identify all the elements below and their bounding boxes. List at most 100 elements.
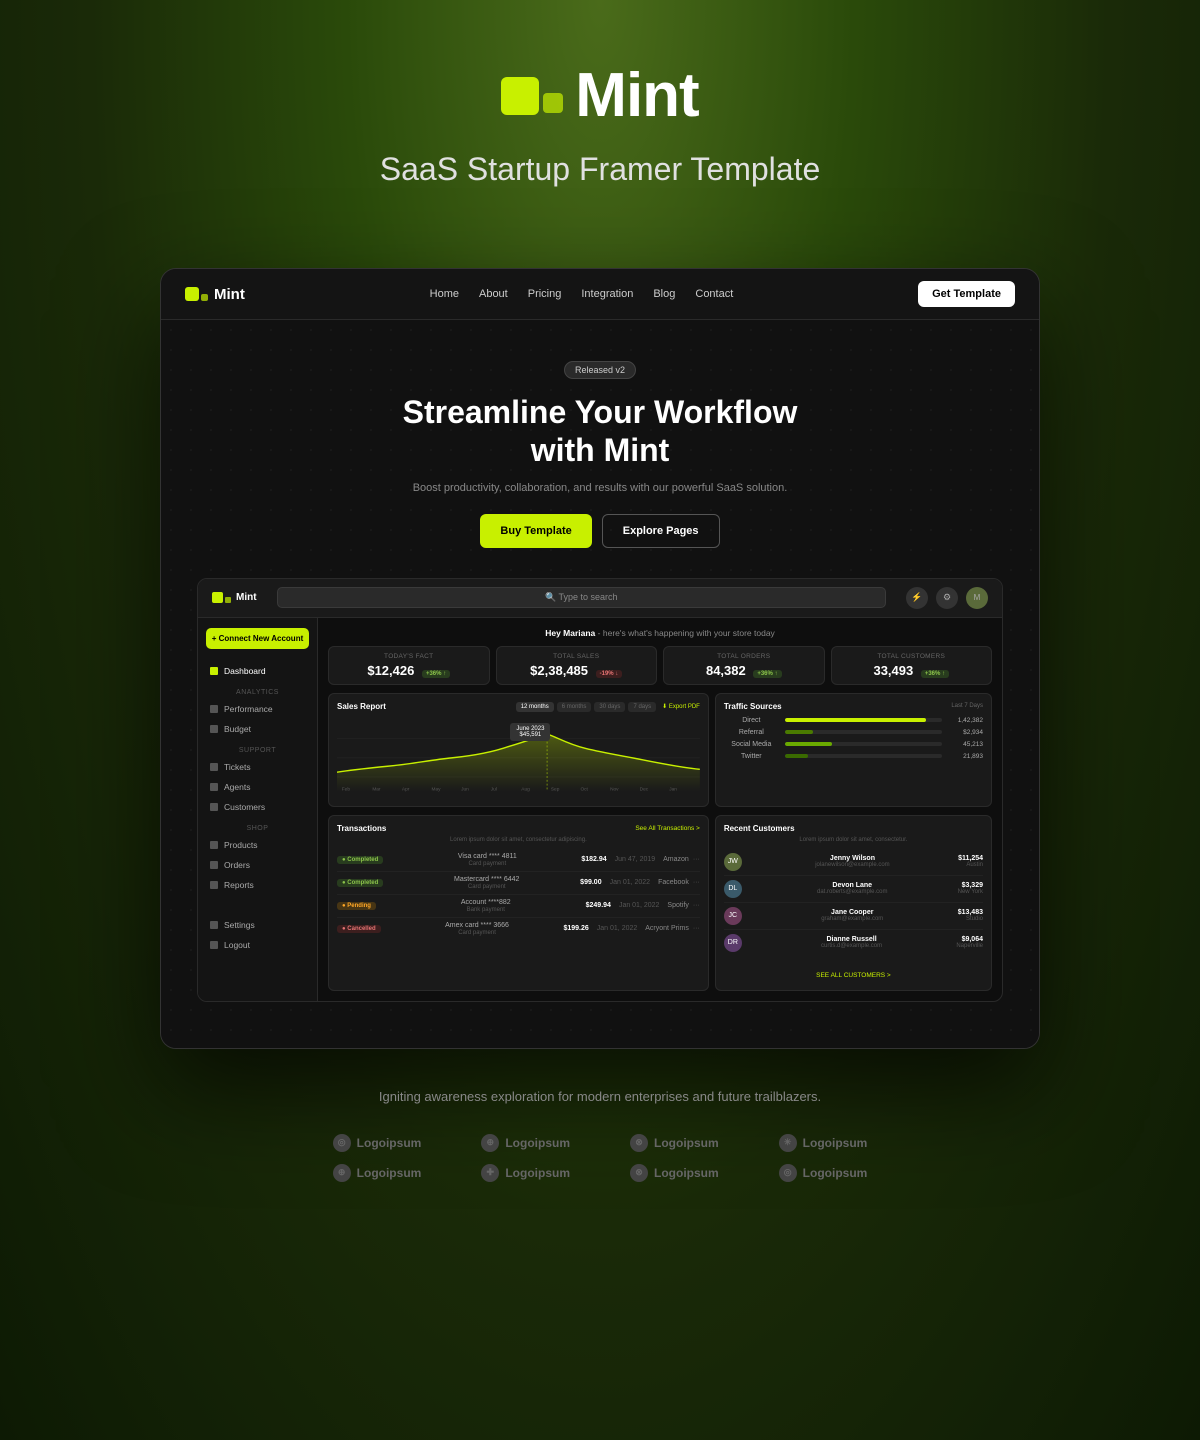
nav-link-home[interactable]: Home — [430, 288, 459, 300]
transactions-title: Transactions — [337, 824, 386, 833]
svg-text:Aug: Aug — [521, 786, 530, 792]
dash-main: Hey Mariana - here's what's happening wi… — [318, 618, 1002, 1001]
hero-buttons: Buy Template Explore Pages — [181, 514, 1019, 548]
dash-logo-sq-small — [225, 597, 231, 603]
buy-template-button[interactable]: Buy Template — [480, 514, 591, 548]
brand-name: Mint — [575, 60, 698, 131]
chart-tabs: 12 months 6 months 30 days 7 days — [516, 702, 656, 712]
logo-sq-big — [501, 77, 539, 115]
sidebar-item-reports[interactable]: Reports — [198, 875, 317, 895]
txn-row-1: ● Completed Mastercard **** 6442Card pay… — [337, 872, 700, 895]
sidebar-item-customers[interactable]: Customers — [198, 797, 317, 817]
sales-chart-title: Sales Report — [337, 702, 386, 711]
stat-label-1: TOTAL SALES — [505, 653, 649, 660]
dash-greeting: Hey Mariana - here's what's happening wi… — [328, 628, 992, 638]
tab-30days[interactable]: 30 days — [594, 702, 625, 712]
txn-date-2: Jan 01, 2022 — [619, 902, 659, 909]
customer-row-3: DR Dianne Russell curtis.d@example.com $… — [724, 930, 983, 956]
txn-more-3[interactable]: ··· — [693, 925, 700, 932]
transactions-header: Transactions See All Transactions > — [337, 824, 700, 833]
customer-email-3: curtis.d@example.com — [747, 943, 956, 949]
traffic-sources-card: Traffic Sources Last 7 Days Direct 1 — [715, 693, 992, 807]
txn-more-0[interactable]: ··· — [693, 856, 700, 863]
traffic-bar-bg-direct — [785, 718, 942, 722]
customer-name-2: Jane Cooper — [747, 909, 958, 916]
settings-icon[interactable]: ⚙ — [936, 587, 958, 609]
budget-icon — [210, 725, 218, 733]
sidebar-item-products[interactable]: Products — [198, 835, 317, 855]
sidebar-item-agents[interactable]: Agents — [198, 777, 317, 797]
logos-row-2: ⊕ Logoipsum ✚ Logoipsum ⊗ Logoipsum ◎ Lo… — [333, 1164, 868, 1182]
traffic-label-direct: Direct — [724, 717, 779, 724]
nav-link-integration[interactable]: Integration — [581, 288, 633, 300]
transactions-desc: Lorem ipsum dolor sit amet, consectetur … — [337, 837, 700, 843]
get-template-button[interactable]: Get Template — [918, 281, 1015, 307]
customer-info-0: Jenny Wilson jolanewilson@example.com — [747, 855, 958, 868]
logos-grid: ◎ Logoipsum ⊕ Logoipsum ⊗ Logoipsum ✳ Lo… — [333, 1134, 868, 1182]
sidebar-item-dashboard[interactable]: Dashboard — [198, 661, 317, 681]
transactions-card: Transactions See All Transactions > Lore… — [328, 815, 709, 991]
logo-icon-7: ⊗ — [630, 1164, 648, 1182]
stat-badge-0: +36% ↑ — [422, 670, 450, 678]
charts-row: Sales Report 12 months 6 months 30 days … — [328, 693, 992, 807]
support-section-label: SUPPORT — [198, 739, 317, 757]
traffic-label-referral: Referral — [724, 729, 779, 736]
brand-logo: Mint — [501, 60, 698, 131]
traffic-bar-fill-referral — [785, 730, 813, 734]
explore-pages-button[interactable]: Explore Pages — [602, 514, 720, 548]
logo-icon — [501, 77, 563, 115]
nav-link-pricing[interactable]: Pricing — [528, 288, 562, 300]
nav-link-about[interactable]: About — [479, 288, 508, 300]
logo-icon-8: ◎ — [779, 1164, 797, 1182]
customer-row-1: DL Devon Lane dat.roberts@example.com $3… — [724, 876, 983, 903]
logo-item-7: ⊗ Logoipsum — [630, 1164, 719, 1182]
sales-chart-header: Sales Report 12 months 6 months 30 days … — [337, 702, 700, 712]
customer-location-1: New York — [958, 889, 983, 895]
sidebar-item-settings[interactable]: Settings — [198, 915, 317, 935]
sales-chart-container: June 2023 $45,591 — [337, 718, 700, 798]
logo-item-6: ✚ Logoipsum — [481, 1164, 570, 1182]
traffic-bar-bg-referral — [785, 730, 942, 734]
user-avatar[interactable]: M — [966, 587, 988, 609]
sidebar-item-budget[interactable]: Budget — [198, 719, 317, 739]
agents-icon — [210, 783, 218, 791]
txn-merchant-1: Facebook — [658, 879, 689, 886]
footer-tagline: Igniting awareness exploration for moder… — [379, 1089, 821, 1104]
connect-account-button[interactable]: + Connect New Account — [206, 628, 309, 649]
sidebar-item-tickets[interactable]: Tickets — [198, 757, 317, 777]
customer-meta-3: $9,064 Naperville — [956, 936, 983, 949]
nav-logo-icon — [185, 287, 208, 301]
sidebar-item-logout[interactable]: Logout — [198, 935, 317, 955]
logo-sq-small — [543, 93, 563, 113]
hero-subtitle: Boost productivity, collaboration, and r… — [181, 482, 1019, 494]
customer-meta-2: $13,483 Studio — [958, 909, 983, 922]
notification-icon[interactable]: ⚡ — [906, 587, 928, 609]
txn-more-2[interactable]: ··· — [693, 902, 700, 909]
logo-icon-6: ✚ — [481, 1164, 499, 1182]
tab-7days[interactable]: 7 days — [628, 702, 656, 712]
dash-search[interactable]: 🔍 Type to search — [277, 587, 886, 608]
export-pdf-button[interactable]: ⬇ Export PDF — [662, 703, 700, 710]
stat-value-1: $2,38,485 -19% ↓ — [505, 663, 649, 678]
tab-6months[interactable]: 6 months — [557, 702, 592, 712]
traffic-value-referral: $2,934 — [948, 729, 983, 736]
nav-link-contact[interactable]: Contact — [695, 288, 733, 300]
tab-12months[interactable]: 12 months — [516, 702, 554, 712]
see-all-transactions-link[interactable]: See All Transactions > — [635, 825, 700, 832]
txn-more-1[interactable]: ··· — [693, 879, 700, 886]
sidebar-item-orders[interactable]: Orders — [198, 855, 317, 875]
customer-info-3: Dianne Russell curtis.d@example.com — [747, 936, 956, 949]
svg-text:Jun: Jun — [461, 786, 469, 792]
stat-badge-2: +36% ↑ — [753, 670, 781, 678]
traffic-chart-header: Traffic Sources Last 7 Days — [724, 702, 983, 711]
see-all-customers-link[interactable]: SEE ALL CUSTOMERS > — [816, 972, 891, 979]
sidebar-item-performance[interactable]: Performance — [198, 699, 317, 719]
svg-text:May: May — [432, 786, 442, 792]
nav-link-blog[interactable]: Blog — [653, 288, 675, 300]
txn-status-0: ● Completed — [337, 856, 383, 864]
traffic-chart-title: Traffic Sources — [724, 702, 782, 711]
traffic-value-twitter: 21,893 — [948, 753, 983, 760]
tooltip-value: $45,591 — [516, 732, 544, 738]
sales-report-card: Sales Report 12 months 6 months 30 days … — [328, 693, 709, 807]
nav-links: Home About Pricing Integration Blog Cont… — [430, 288, 734, 300]
